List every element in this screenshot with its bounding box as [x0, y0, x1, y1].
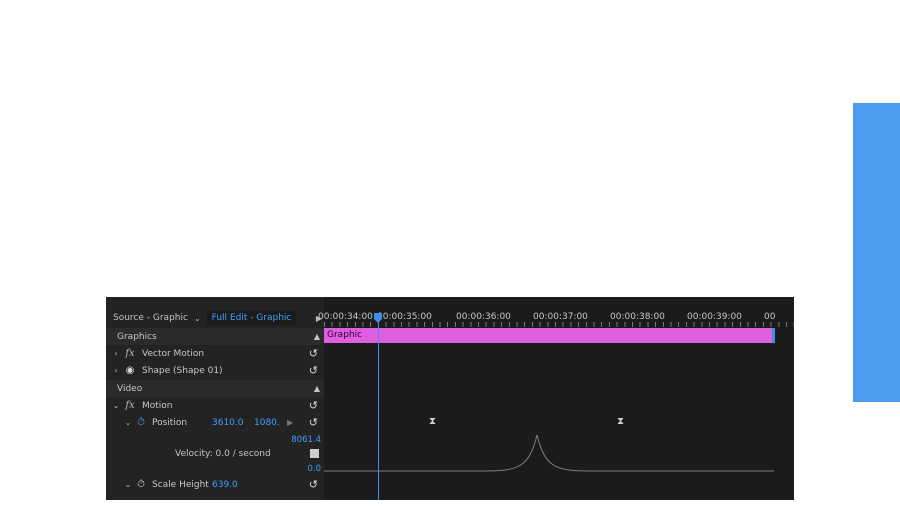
- ruler-time-label: 00:00:36:00: [456, 312, 511, 322]
- graphic-clip-bar[interactable]: Graphic: [324, 328, 774, 343]
- graph-min-value: 0.0: [307, 463, 321, 474]
- graph-min-row: 0.0: [106, 460, 324, 477]
- chevron-down-icon[interactable]: ⌄: [194, 314, 201, 323]
- source-header: Source - Graphic ⌄ Full Edit - Graphic ▶: [106, 309, 324, 327]
- reset-icon[interactable]: ↺: [309, 399, 318, 412]
- fx-icon[interactable]: fx: [122, 400, 138, 411]
- blue-background-bar: [853, 103, 900, 402]
- scale-height-label: Scale Height: [152, 479, 209, 490]
- chevron-down-icon[interactable]: ⌄: [110, 401, 122, 410]
- chevron-down-icon[interactable]: ⌄: [122, 480, 134, 489]
- position-label: Position: [152, 417, 188, 428]
- chevron-down-icon[interactable]: ⌄: [122, 418, 134, 427]
- chevron-right-icon[interactable]: ›: [110, 349, 122, 358]
- effect-motion[interactable]: ⌄ fx Motion ↺: [106, 397, 324, 414]
- fx-icon[interactable]: fx: [122, 348, 138, 359]
- clip-label: Graphic: [327, 330, 363, 340]
- effect-properties-list: Source - Graphic ⌄ Full Edit - Graphic ▶…: [106, 297, 324, 500]
- clip-end-handle[interactable]: [772, 328, 775, 343]
- scale-height-value[interactable]: 639.0: [212, 480, 238, 490]
- position-y-value[interactable]: 1080.0: [254, 418, 280, 428]
- section-graphics[interactable]: Graphics ▲: [106, 328, 324, 345]
- effect-controls-panel: Source - Graphic ⌄ Full Edit - Graphic ▶…: [106, 297, 794, 500]
- section-graphics-label: Graphics: [117, 331, 157, 342]
- reset-icon[interactable]: ↺: [309, 364, 318, 377]
- ruler-time-label: 00:00:34:00: [318, 312, 373, 322]
- collapse-triangle-icon[interactable]: ▲: [314, 384, 320, 393]
- sequence-selector[interactable]: Full Edit - Graphic: [206, 311, 297, 325]
- ruler-time-label: 00:00:35:00: [377, 312, 432, 322]
- keyframe-icon[interactable]: ⧗: [428, 417, 437, 427]
- property-scale-height[interactable]: ⌄ ⏱ Scale Height 639.0 ↺: [106, 476, 324, 493]
- ruler-time-label: 00:00:37:00: [533, 312, 588, 322]
- ruler-ticks: [324, 322, 794, 327]
- keyframe-nav-arrow-icon[interactable]: ▶: [287, 418, 293, 427]
- keyframe-icon[interactable]: ⧗: [616, 417, 625, 427]
- graph-max-value: 8061.4: [291, 434, 321, 445]
- ruler-time-label: 00: [764, 312, 776, 322]
- velocity-curve: [324, 434, 774, 472]
- reset-icon[interactable]: ↺: [309, 478, 318, 491]
- graph-toggle-icon[interactable]: [310, 449, 319, 458]
- effect-shape[interactable]: › ◉ Shape (Shape 01) ↺: [106, 362, 324, 379]
- timeline-area[interactable]: 00:00:34:00 00:00:35:00 00:00:36:00 00:0…: [318, 297, 794, 500]
- velocity-label: Velocity: 0.0 / second: [175, 448, 271, 459]
- effect-shape-label: Shape (Shape 01): [142, 365, 223, 376]
- effect-vector-motion-label: Vector Motion: [142, 348, 205, 359]
- collapse-triangle-icon[interactable]: ▲: [314, 332, 320, 341]
- eye-icon[interactable]: ◉: [122, 365, 138, 376]
- stopwatch-icon[interactable]: ⏱: [134, 417, 148, 428]
- position-x-value[interactable]: 3610.0: [212, 418, 244, 428]
- ruler-time-label: 00:00:39:00: [687, 312, 742, 322]
- playhead-line[interactable]: [378, 321, 379, 500]
- reset-icon[interactable]: ↺: [309, 416, 318, 429]
- ruler-time-label: 00:00:38:00: [610, 312, 665, 322]
- effect-vector-motion[interactable]: › fx Vector Motion ↺: [106, 345, 324, 362]
- section-video-label: Video: [117, 383, 143, 394]
- chevron-right-icon[interactable]: ›: [110, 366, 122, 375]
- effect-motion-label: Motion: [142, 400, 173, 411]
- stopwatch-icon[interactable]: ⏱: [134, 479, 148, 490]
- section-video[interactable]: Video ▲: [106, 380, 324, 397]
- property-position[interactable]: ⌄ ⏱ Position 3610.0 1080.0 ▶ ↺: [106, 414, 324, 431]
- source-label: Source - Graphic: [113, 313, 188, 323]
- velocity-graph[interactable]: [324, 427, 794, 477]
- reset-icon[interactable]: ↺: [309, 347, 318, 360]
